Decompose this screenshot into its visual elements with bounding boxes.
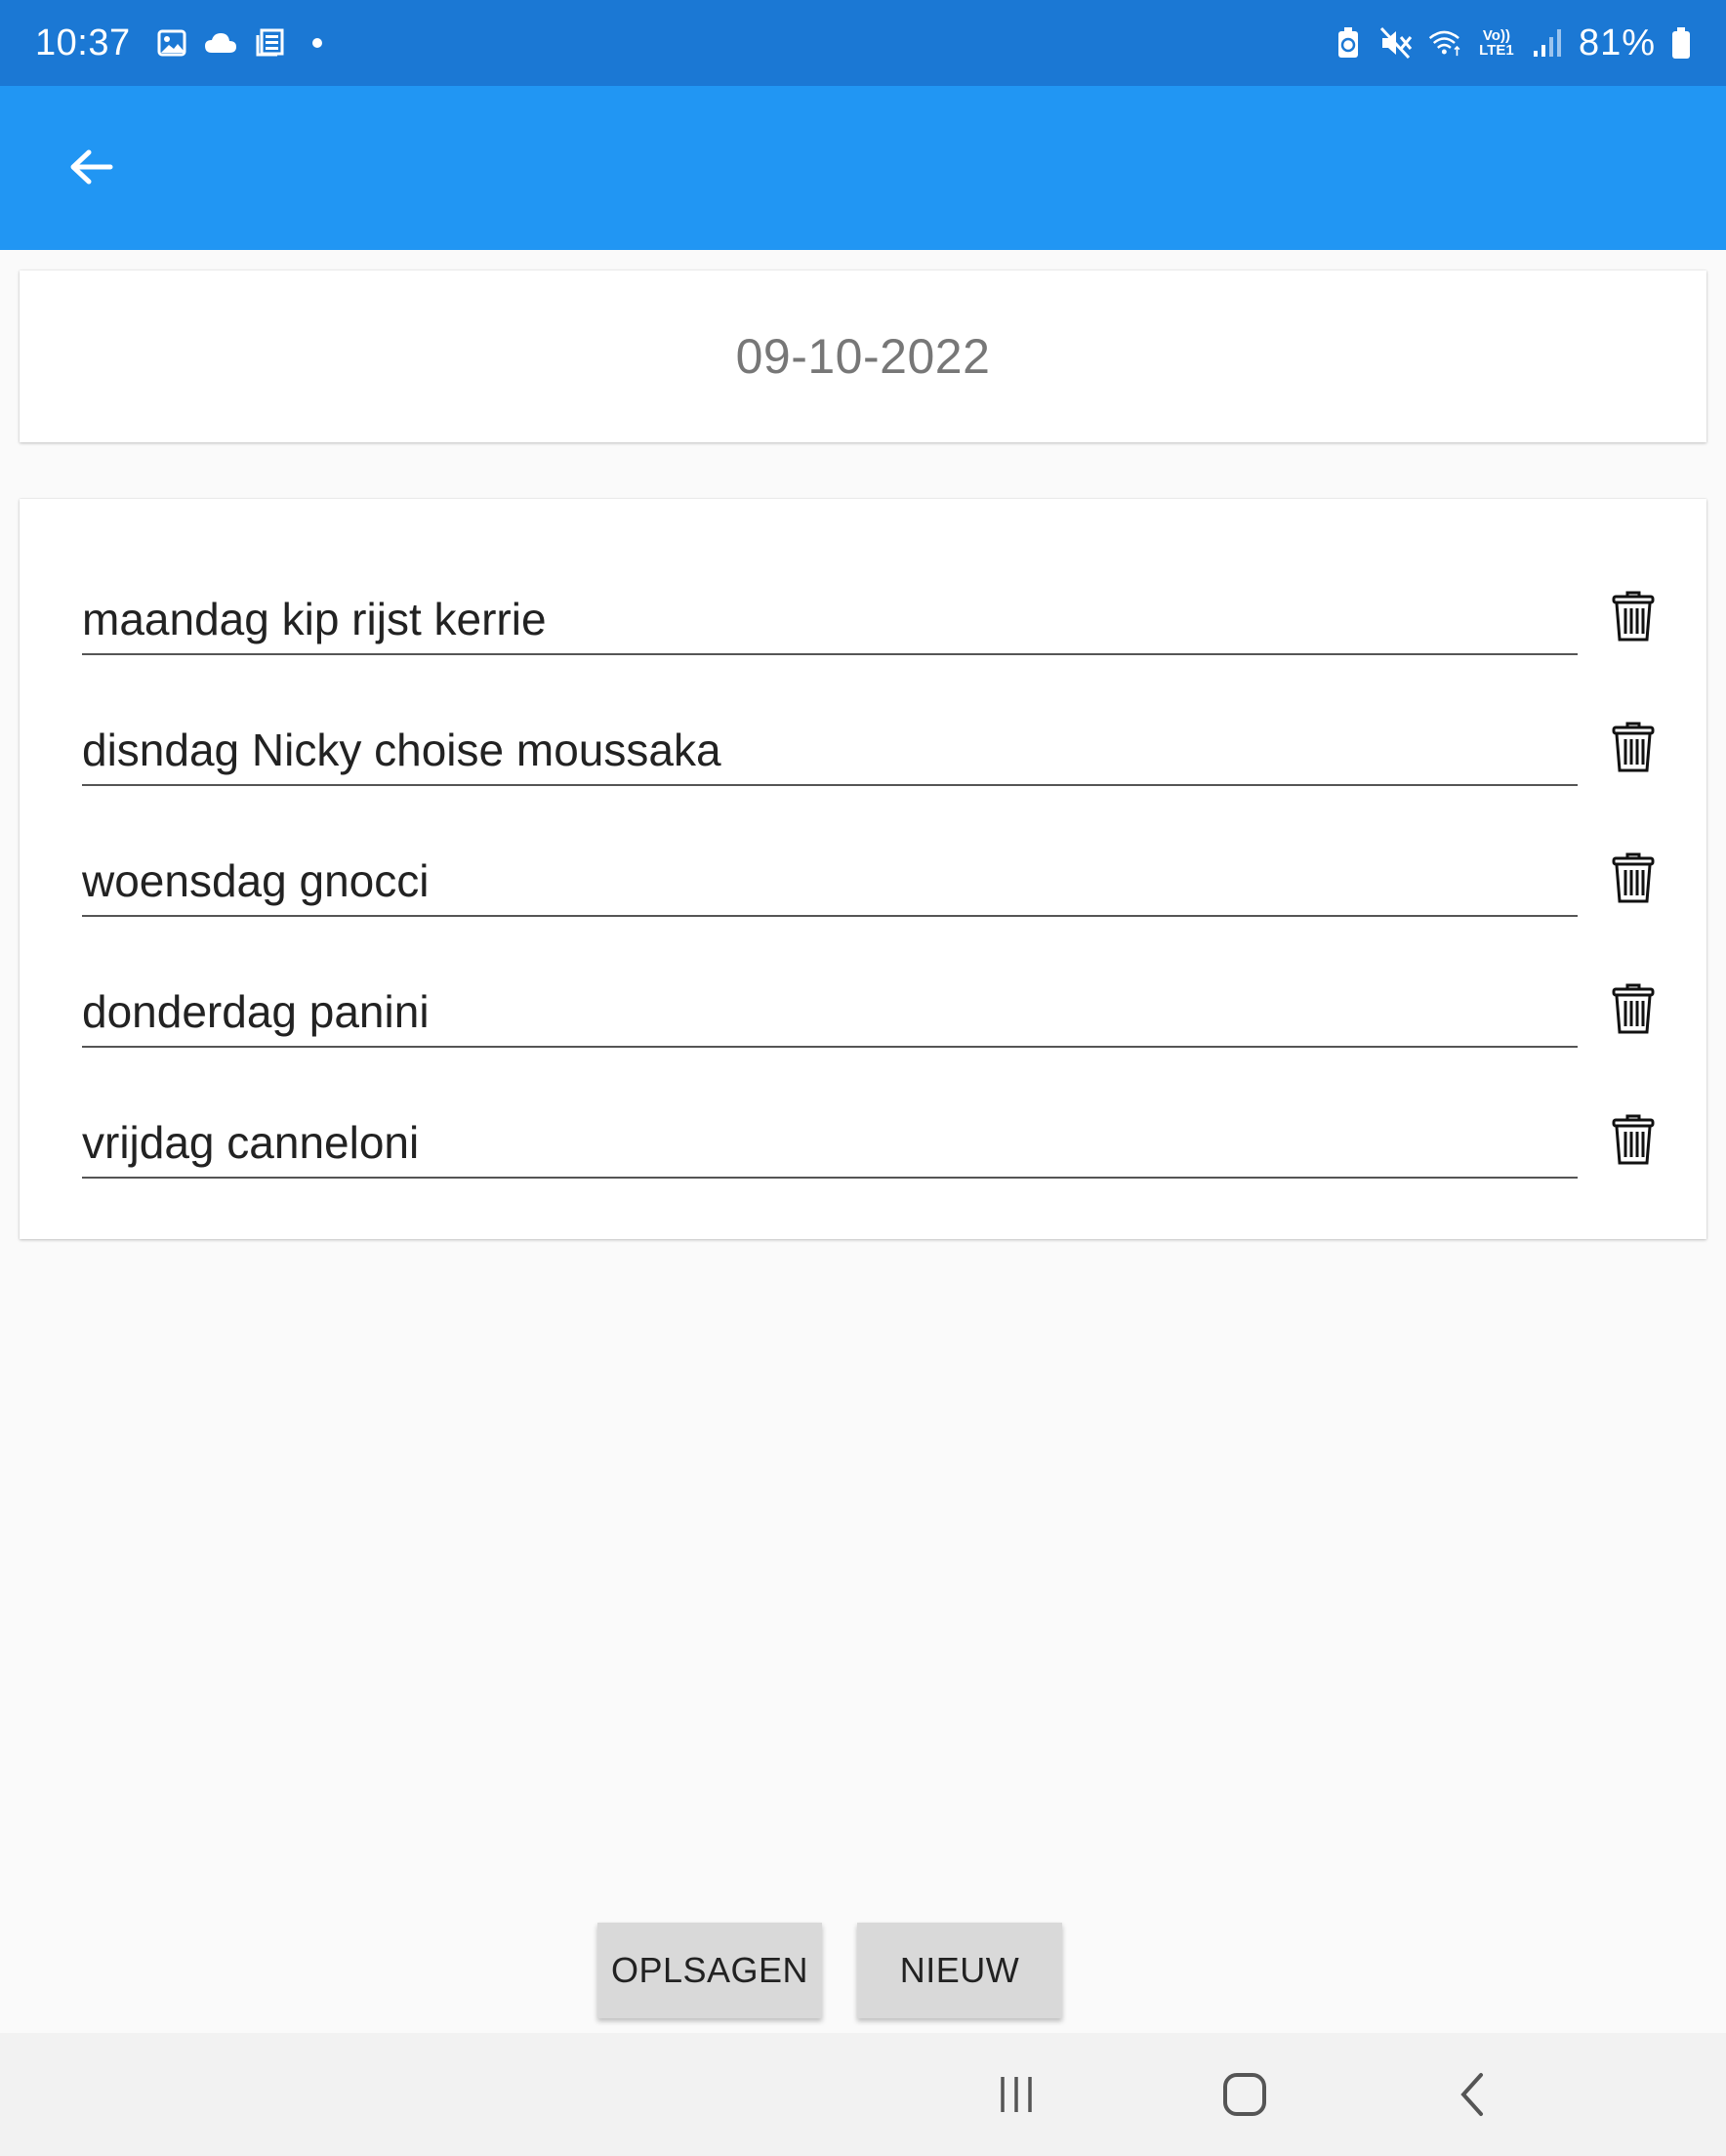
new-button[interactable]: NIEUW [857, 1923, 1062, 2018]
nav-back-button[interactable] [1439, 2062, 1507, 2131]
home-button[interactable] [1211, 2062, 1279, 2131]
back-button[interactable] [57, 135, 125, 203]
meal-row [82, 694, 1687, 825]
meal-row [82, 1087, 1687, 1218]
trash-icon [1611, 590, 1656, 647]
status-bar-right: Vo)) LTE1 81% [1331, 22, 1693, 64]
meal-input[interactable] [82, 956, 1578, 1048]
meal-row [82, 956, 1687, 1087]
delete-button[interactable] [1605, 589, 1662, 647]
date-card[interactable]: 09-10-2022 [20, 270, 1706, 442]
delete-button[interactable] [1605, 981, 1662, 1040]
volte-icon: Vo)) LTE1 [1477, 28, 1516, 58]
save-button[interactable]: OPLSAGEN [597, 1923, 822, 2018]
volte-bottom: LTE1 [1479, 42, 1514, 59]
meal-input[interactable] [82, 1087, 1578, 1179]
notification-dot [311, 38, 322, 48]
system-nav-bar [0, 2033, 1726, 2156]
home-icon [1221, 2071, 1268, 2123]
trash-icon [1611, 851, 1656, 909]
recents-button[interactable] [982, 2062, 1050, 2131]
wifi-icon [1428, 25, 1463, 61]
meal-input[interactable] [82, 694, 1578, 786]
status-time: 10:37 [35, 21, 131, 63]
action-buttons: OPLSAGEN NIEUW [0, 1923, 1726, 2018]
gallery-icon [154, 25, 189, 61]
mute-icon [1379, 25, 1415, 61]
delete-button[interactable] [1605, 1112, 1662, 1171]
battery-icon [1669, 25, 1693, 61]
signal-icon [1530, 25, 1565, 61]
recents-icon [995, 2073, 1038, 2121]
battery-percent: 81% [1578, 21, 1656, 63]
meal-row [82, 825, 1687, 956]
cloud-icon [203, 25, 238, 61]
status-bar-left: 10:37 [35, 22, 322, 64]
battery-saver-icon [1331, 25, 1366, 61]
arrow-back-icon [67, 144, 114, 195]
meal-input[interactable] [82, 825, 1578, 917]
trash-icon [1611, 721, 1656, 778]
meal-row [82, 563, 1687, 694]
trash-icon [1611, 982, 1656, 1040]
status-bar: 10:37 Vo)) LTE1 81% [0, 0, 1726, 86]
delete-button[interactable] [1605, 720, 1662, 778]
app-bar [0, 86, 1726, 250]
meal-list-card [20, 499, 1706, 1239]
meal-input[interactable] [82, 563, 1578, 655]
back-icon [1454, 2071, 1493, 2123]
news-icon [252, 25, 287, 61]
trash-icon [1611, 1113, 1656, 1171]
delete-button[interactable] [1605, 850, 1662, 909]
date-label[interactable]: 09-10-2022 [736, 328, 991, 385]
